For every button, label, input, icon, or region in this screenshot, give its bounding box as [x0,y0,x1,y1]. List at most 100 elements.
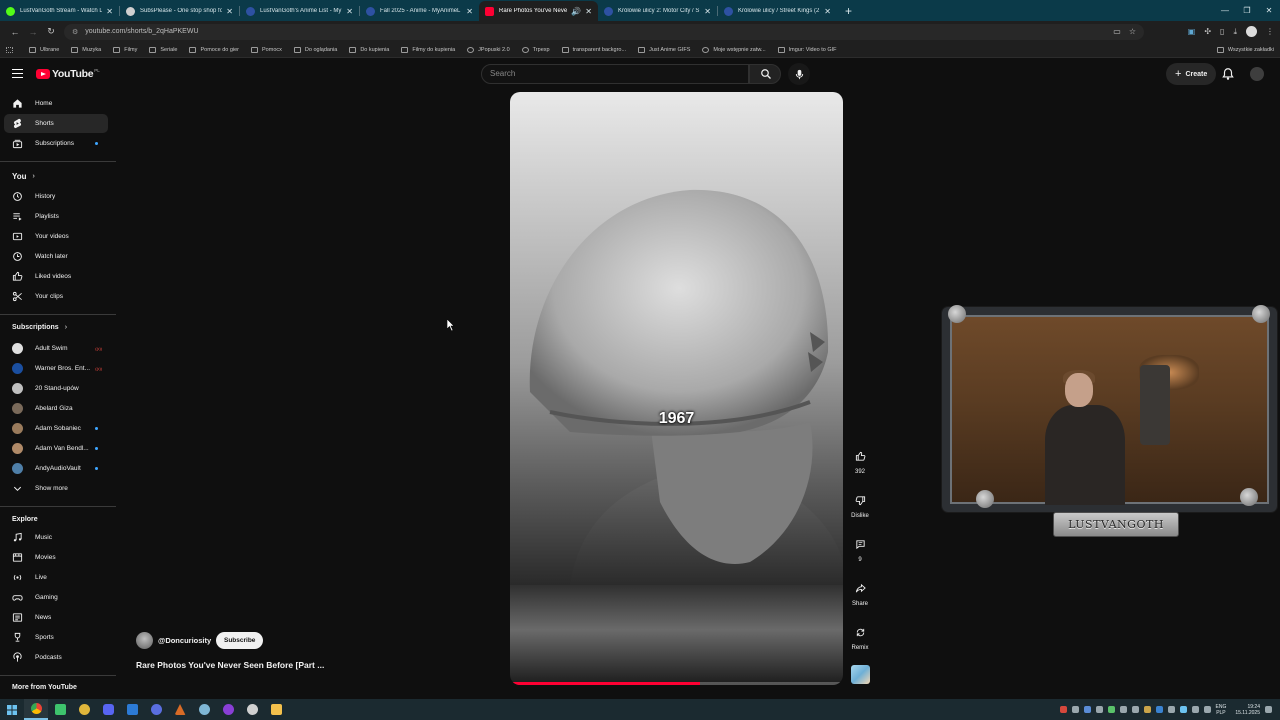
taskbar-app[interactable] [72,699,96,720]
share-button[interactable]: Share [846,578,874,607]
restore-icon[interactable]: ❐ [1236,0,1258,21]
close-tab-icon[interactable]: ✕ [585,7,592,16]
browser-tab[interactable]: Królowie ulicy / Street Kings (2 ✕ [718,1,837,21]
sidebar-item-music[interactable]: Music [4,528,108,547]
video-title[interactable]: Rare Photos You've Never Seen Before [Pa… [136,660,324,670]
sidebar-item-podcasts[interactable]: Podcasts [4,648,108,667]
bookmark-link[interactable]: Trpexp [521,46,550,53]
bookmark-folder[interactable]: Do kupienia [349,46,389,53]
dislike-button[interactable]: Dislike [846,490,874,519]
close-tab-icon[interactable]: ✕ [466,7,473,16]
notifications-bell-icon[interactable] [1221,67,1235,81]
bookmark-link[interactable]: JPopuski 2.0 [467,46,510,53]
close-tab-icon[interactable]: ✕ [824,7,831,16]
bookmark-folder[interactable]: Filmy do kupienia [401,46,455,53]
sidebar-channel[interactable]: 20 Stand-upów [4,379,108,398]
forward-icon[interactable]: → [24,27,42,37]
sidebar-item-liked-videos[interactable]: Liked videos [4,267,108,286]
shorts-video-player[interactable]: 1967 [510,92,843,685]
taskbar-app[interactable] [192,699,216,720]
sidebar-item-history[interactable]: History [4,187,108,206]
browser-tab[interactable]: Królowie ulicy 2: Motor City / S ✕ [598,1,717,21]
close-tab-icon[interactable]: ✕ [346,7,353,16]
sidebar-item-gaming[interactable]: Gaming [4,588,108,607]
browser-tab[interactable]: LustVanGoth's Anime List - My ✕ [240,1,359,21]
new-tab-button[interactable]: + [837,1,860,21]
sidebar-item-live[interactable]: Live [4,568,108,587]
tray-icon[interactable] [1095,706,1103,713]
tray-icon[interactable] [1155,706,1163,713]
kebab-menu-icon[interactable]: ⋮ [1266,27,1274,36]
sidebar-item-shorts[interactable]: Shorts [4,114,108,133]
bookmark-folder[interactable]: Pomoce do gier [189,46,239,53]
taskbar-app[interactable] [144,699,168,720]
start-button[interactable] [0,699,24,720]
volume-icon[interactable] [1203,706,1211,713]
taskbar-app[interactable] [240,699,264,720]
bookmark-folder[interactable]: Muzyka [71,46,101,53]
extension-icon[interactable]: ▣ [1188,27,1196,36]
cast-icon[interactable]: ▭ [1113,27,1121,36]
notifications-icon[interactable] [1265,706,1272,713]
close-tab-icon[interactable]: ✕ [704,7,711,16]
browser-tab[interactable]: SubsPlease - One stop shop fo ✕ [120,1,239,21]
profile-avatar[interactable] [1246,26,1257,37]
sidebar-item-subscriptions[interactable]: Subscriptions [4,134,108,153]
create-button[interactable]: + Create [1166,63,1217,85]
sidebar-item-news[interactable]: News [4,608,108,627]
bookmark-link[interactable]: transparent backgro... [561,46,626,53]
account-avatar[interactable] [1250,67,1264,81]
sidebar-item-sports[interactable]: Sports [4,628,108,647]
browser-tab-active[interactable]: Rare Photos You've Never S 🔊 ✕ [479,1,598,21]
back-icon[interactable]: ← [6,27,24,37]
site-info-icon[interactable]: ⚙ [72,28,78,36]
sidebar-section-subscriptions[interactable]: Subscriptions › [12,324,67,331]
taskbar-app[interactable] [216,699,240,720]
speaker-icon[interactable]: 🔊 [571,7,581,16]
input-language[interactable]: ENG PLP [1216,704,1227,716]
bookmark-folder[interactable]: Pomocx [251,46,282,53]
bookmark-link[interactable]: Just Anime GIFS [638,46,690,53]
tray-icon[interactable] [1071,706,1079,713]
sidebar-channel[interactable]: Adult Swim ((•)) [4,339,108,358]
sound-thumbnail[interactable] [851,665,870,684]
taskbar-app[interactable] [120,699,144,720]
browser-tab[interactable]: Fall 2025 - Anime - MyAnimeL ✕ [360,1,479,21]
search-button[interactable] [749,64,781,84]
sidebar-item-your-clips[interactable]: Your clips [4,287,108,306]
tray-icon[interactable] [1167,706,1175,713]
taskbar-app[interactable] [168,699,192,720]
taskbar-app[interactable] [96,699,120,720]
sidebar-channel[interactable]: Abelard Giza [4,399,108,418]
downloads-icon[interactable]: ⤓ [1233,27,1237,37]
reload-icon[interactable]: ↻ [42,26,60,37]
bookmark-link[interactable]: Imgur: Video to GIF [777,46,837,53]
close-tab-icon[interactable]: ✕ [226,7,233,16]
tray-icon[interactable] [1083,706,1091,713]
sidebar-channel[interactable]: Warner Bros. Ent... ((•)) [4,359,108,378]
tray-icon[interactable] [1179,706,1187,713]
sidebar-channel[interactable]: AndyAudioVault [4,459,108,478]
microphone-icon[interactable] [1131,706,1139,713]
browser-tab[interactable]: LustVanGoth Stream - Watch L ✕ [0,1,119,21]
channel-name[interactable]: @Doncuriosity [158,636,211,645]
address-bar[interactable]: ⚙ youtube.com/shorts/b_2qHaPKEWU ▭ ☆ [64,23,1144,40]
tray-icon[interactable] [1059,706,1067,713]
channel-avatar[interactable] [136,632,153,649]
close-tab-icon[interactable]: ✕ [106,7,113,16]
sidebar-channel[interactable]: Adam Van Bendl... [4,439,108,458]
bookmark-folder[interactable]: Ulbrane [29,46,59,53]
apps-icon[interactable] [6,46,17,53]
sidebar-item-your-videos[interactable]: Your videos [4,227,108,246]
youtube-logo[interactable]: YouTube PL [36,68,100,80]
voice-search-button[interactable] [788,63,810,85]
bookmark-folder[interactable]: Filmy [113,46,137,53]
remix-button[interactable]: Remix [846,622,874,651]
search-input[interactable]: Search [481,64,749,84]
tray-icon[interactable] [1143,706,1151,713]
split-icon[interactable]: ▯ [1220,27,1224,36]
taskbar-app[interactable] [48,699,72,720]
sidebar-channel[interactable]: Adam Sobaniec [4,419,108,438]
sidebar-section-you[interactable]: You › [12,172,35,181]
all-bookmarks[interactable]: Wszystkie zakładki [1216,46,1274,53]
